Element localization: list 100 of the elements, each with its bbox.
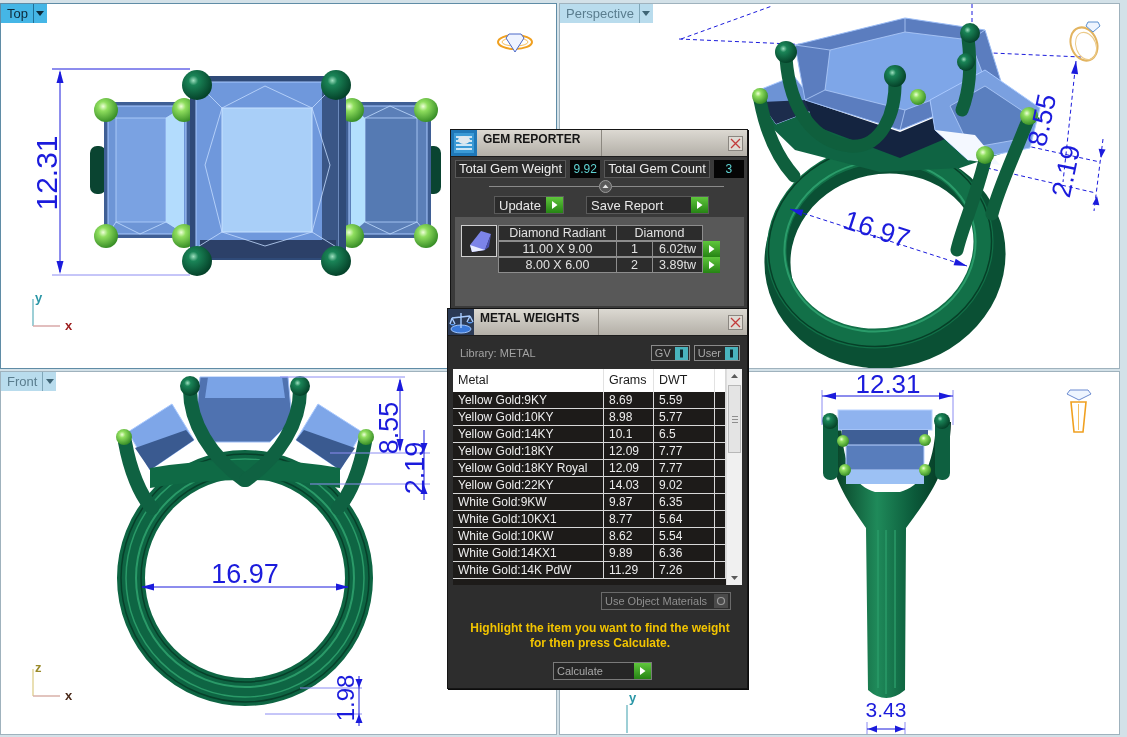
- row-open-button[interactable]: [703, 241, 720, 257]
- table-cell: White Gold:14K PdW: [453, 562, 604, 578]
- table-row[interactable]: White Gold:10KX1 8.77 5.64: [453, 511, 726, 528]
- caret-down-icon: [36, 11, 45, 16]
- table-cell: 8.77: [604, 511, 654, 527]
- table-cell: 2: [616, 257, 653, 273]
- ring-icon: [1066, 389, 1092, 433]
- table-cell: Yellow Gold:14KY: [453, 426, 604, 442]
- panel-title: METAL WEIGHTS: [474, 309, 599, 335]
- axis-label: y: [629, 690, 637, 705]
- axis-icon: [626, 704, 628, 734]
- play-icon: [703, 241, 720, 257]
- axis-label: y: [35, 290, 43, 305]
- dimension-label: 1.98: [332, 674, 359, 722]
- table-cell: 6.02tw: [652, 241, 703, 257]
- table-cell: Yellow Gold:18KY: [453, 443, 604, 459]
- gem-icon: [461, 225, 497, 257]
- ring-icon: [497, 33, 533, 53]
- table-cell: 14.03: [604, 477, 654, 493]
- dimension-line: [866, 721, 906, 734]
- table-cell: 9.02: [654, 477, 715, 493]
- stat-label: Total Gem Weight: [455, 160, 567, 178]
- library-label: Library: METAL: [460, 347, 536, 359]
- action-button[interactable]: Update: [494, 196, 564, 214]
- view-menu-button[interactable]: [42, 372, 57, 391]
- axis-label: x: [65, 318, 73, 333]
- scrollbar-thumb[interactable]: [728, 385, 741, 453]
- action-button[interactable]: Save Report: [586, 196, 709, 214]
- table-cell: 7.77: [654, 443, 715, 459]
- column-header: Diamond Radiant: [498, 225, 617, 241]
- table-cell: White Gold:10KW: [453, 528, 604, 544]
- row-open-button[interactable]: [703, 257, 720, 273]
- axis-label: x: [65, 688, 73, 703]
- table-cell: 5.54: [654, 528, 715, 544]
- dimension-label: 16.97: [840, 204, 914, 255]
- toggle-button[interactable]: GV: [650, 345, 690, 361]
- table-cell: 12.09: [604, 460, 654, 476]
- table-row[interactable]: White Gold:14K PdW 11.29 7.26: [453, 562, 726, 579]
- play-icon: [691, 197, 708, 213]
- play-icon: [546, 197, 563, 213]
- axis-label: z: [35, 660, 42, 675]
- caret-down-icon: [45, 379, 54, 384]
- play-icon: [703, 257, 720, 273]
- table-row[interactable]: Yellow Gold:22KY 14.03 9.02: [453, 477, 726, 494]
- viewport-tab[interactable]: Top: [1, 4, 33, 23]
- report-icon: [451, 130, 477, 156]
- table-cell: 9.87: [604, 494, 654, 510]
- table-cell: White Gold:14KX1: [453, 545, 604, 561]
- dimension-label: 2.19: [1046, 142, 1087, 200]
- table-row[interactable]: Yellow Gold:14KY 10.1 6.5: [453, 426, 726, 443]
- table-row[interactable]: Yellow Gold:18KY 12.09 7.77: [453, 443, 726, 460]
- table-row[interactable]: Yellow Gold:10KY 8.98 5.77: [453, 409, 726, 426]
- table-cell: 12.09: [604, 443, 654, 459]
- table-cell: 11.29: [604, 562, 654, 578]
- stat-label: Total Gem Count: [604, 160, 710, 178]
- table-cell: 5.64: [654, 511, 715, 527]
- table-cell: 7.77: [654, 460, 715, 476]
- stat-value: 9.92: [570, 160, 601, 178]
- table-cell: 6.5: [654, 426, 715, 442]
- scrollbar[interactable]: [726, 369, 742, 585]
- collapse-handle-icon[interactable]: [599, 180, 612, 193]
- table-cell: 8.98: [604, 409, 654, 425]
- scale-icon: [448, 309, 474, 335]
- table-cell: Yellow Gold:18KY Royal: [453, 460, 604, 476]
- ring-icon: [1069, 21, 1101, 62]
- close-icon: [730, 316, 741, 328]
- dimension-label: 12.31: [855, 372, 921, 399]
- table-row[interactable]: Yellow Gold:18KY Royal 12.09 7.77: [453, 460, 726, 477]
- table-cell: Yellow Gold:10KY: [453, 409, 604, 425]
- stat-value: 3: [713, 160, 744, 178]
- table-cell: 10.1: [604, 426, 654, 442]
- toggle-button[interactable]: User: [693, 345, 740, 361]
- caret-down-icon: [642, 11, 651, 16]
- table-cell: 8.00 X 6.00: [498, 257, 617, 273]
- panel-title: GEM REPORTER: [477, 130, 602, 156]
- table-cell: Yellow Gold:9KY: [453, 392, 604, 408]
- close-button[interactable]: [728, 135, 743, 151]
- instruction-text: Highlight the item you want to find the weight for then press Calculate.: [469, 621, 731, 651]
- table-cell: 5.59: [654, 392, 715, 408]
- table-row[interactable]: White Gold:10KW 8.62 5.54: [453, 528, 726, 545]
- dimension-label: 12.31: [30, 135, 63, 211]
- table-cell: 7.26: [654, 562, 715, 578]
- column-header: Diamond: [616, 225, 703, 241]
- table-cell: 1: [616, 241, 653, 257]
- dimension-label: 16.97: [211, 559, 279, 589]
- table-cell: 6.35: [654, 494, 715, 510]
- table-cell: White Gold:10KX1: [453, 511, 604, 527]
- table-row[interactable]: White Gold:9KW 9.87 6.35: [453, 494, 726, 511]
- table-row[interactable]: Yellow Gold:9KY 8.69 5.59: [453, 392, 726, 409]
- table-cell: 3.89tw: [652, 257, 703, 273]
- table-cell: 8.62: [604, 528, 654, 544]
- table-row[interactable]: White Gold:14KX1 9.89 6.36: [453, 545, 726, 562]
- table-cell: 6.36: [654, 545, 715, 561]
- close-button[interactable]: [728, 314, 743, 330]
- table-cell: 5.77: [654, 409, 715, 425]
- table-cell: Yellow Gold:22KY: [453, 477, 604, 493]
- calculate-button[interactable]: Calculate: [553, 662, 652, 680]
- option-toggle[interactable]: Use Object Materials: [601, 592, 731, 610]
- table-cell: White Gold:9KW: [453, 494, 604, 510]
- table-cell: 8.69: [604, 392, 654, 408]
